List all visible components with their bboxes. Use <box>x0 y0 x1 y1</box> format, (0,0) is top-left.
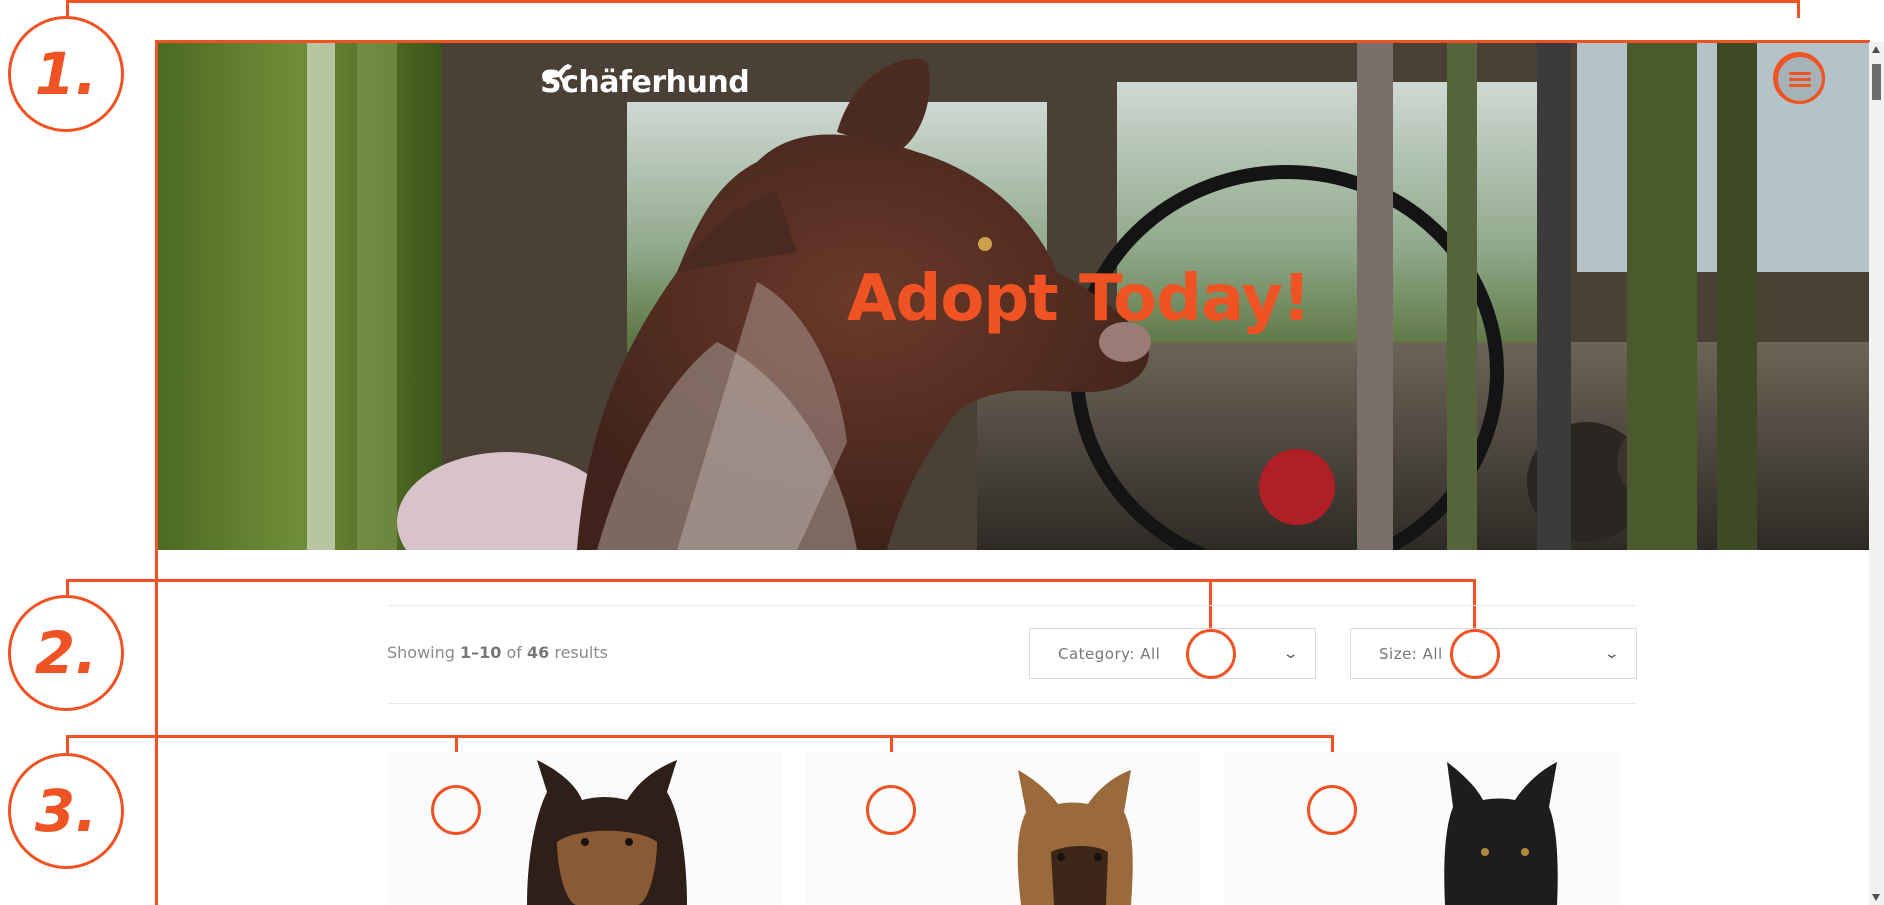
annotation-line <box>66 579 69 595</box>
scrollbar[interactable] <box>1869 42 1884 905</box>
category-filter-select[interactable]: Category: All ⌄ <box>1029 628 1316 679</box>
annotation-ring <box>1307 785 1357 835</box>
size-filter-label: Size: All <box>1379 644 1443 663</box>
annotation-ring <box>866 785 916 835</box>
hero-title: Adopt Today! <box>847 262 1311 336</box>
annotation-ring <box>1186 629 1236 679</box>
hero-banner: Schäferhund Adopt Today! <box>157 42 1870 550</box>
chevron-down-icon: ⌄ <box>1603 645 1621 662</box>
divider <box>387 703 1637 704</box>
scrollbar-thumb[interactable] <box>1872 64 1881 100</box>
step-2-badge: 2. <box>8 595 124 711</box>
scroll-down-icon[interactable] <box>1872 894 1880 901</box>
annotation-line <box>1209 579 1212 628</box>
site-logo[interactable]: Schäferhund <box>540 62 750 102</box>
chevron-down-icon: ⌄ <box>1282 645 1300 662</box>
scroll-up-icon[interactable] <box>1872 46 1880 53</box>
annotation-line <box>1797 0 1800 18</box>
hero-outline-left <box>155 40 158 905</box>
annotation-ring <box>1773 52 1825 104</box>
category-filter-label: Category: All <box>1058 644 1161 663</box>
divider <box>387 605 1637 606</box>
results-count: Showing 1–10 of 46 results <box>387 643 608 662</box>
annotation-ring <box>1450 629 1500 679</box>
product-card[interactable] <box>1225 752 1620 905</box>
hero-outline-top <box>157 40 1870 43</box>
product-card[interactable] <box>806 752 1201 905</box>
annotation-line <box>66 0 1800 3</box>
step-3-badge: 3. <box>8 753 124 869</box>
dog-photo <box>1444 762 1558 905</box>
annotation-ring <box>431 785 481 835</box>
step-1-badge: 1. <box>8 16 124 132</box>
annotation-line <box>66 735 69 753</box>
annotation-line <box>1473 579 1476 628</box>
dog-photo <box>1017 770 1133 905</box>
annotation-line <box>66 579 1476 582</box>
annotation-line <box>66 735 1334 738</box>
running-dog-icon <box>542 64 572 84</box>
